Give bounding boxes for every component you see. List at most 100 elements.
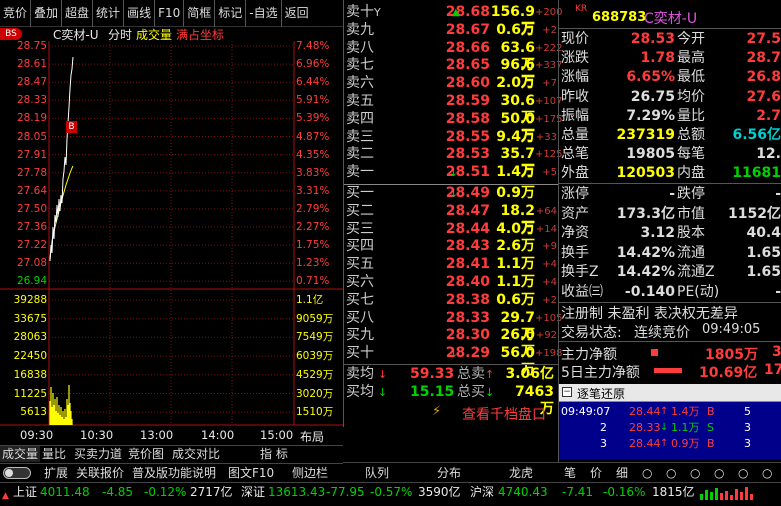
tab-f10[interactable]: 图文F10 (228, 465, 274, 481)
tick-row[interactable]: 09:49:07 28.44 ↑ 1.4万 B 5 (559, 404, 781, 420)
level-volume: 1.1万 (496, 256, 535, 273)
bid-level-row[interactable]: 买十 28.29 56.0万 +198 ↓ (344, 345, 562, 378)
buy-marker[interactable]: B (66, 121, 77, 133)
tick-price: 28.33 (629, 421, 661, 434)
volume-tick-label: 39288 (13, 294, 47, 306)
level-change: +200 (535, 7, 563, 18)
bid-level-row[interactable]: 买七 28.38 0.6万 +2 (344, 292, 559, 309)
level-volume: 0.6万 (496, 21, 535, 38)
price-tick-label: 28.47 (16, 76, 47, 89)
level-label: 卖三 (346, 128, 374, 145)
volume-tick-label: 11225 (13, 387, 47, 400)
toggle-switch[interactable] (3, 467, 31, 479)
ask-level-row[interactable]: 卖五 28.59 30.6万 +107 (344, 93, 563, 126)
tab-volume-compare[interactable]: 成交对比 (172, 446, 220, 462)
bid-level-row[interactable]: 买四 28.43 2.6万 +9 (344, 238, 559, 255)
price-line (49, 56, 74, 262)
bid-level-row[interactable]: 买八 28.33 29.7万 +105 (344, 310, 562, 343)
tab-dragon-tiger[interactable]: 龙虎 (509, 465, 533, 481)
bid-level-row[interactable]: 买五 28.41 1.1万 +4 (344, 256, 559, 273)
level-change: +175 (535, 113, 563, 125)
tab-volume[interactable]: 成交量 (0, 446, 41, 462)
bs-badge[interactable]: BS (0, 28, 22, 40)
pct-tick-label: 2.27% (296, 221, 330, 233)
tab-circle-3[interactable]: ○ (690, 465, 700, 481)
chart-mode-label[interactable]: 分时 (108, 27, 132, 43)
bid-level-row[interactable]: 买九 28.30 26.0万 +92 (344, 327, 559, 360)
ten-level-link[interactable]: 查看千档盘口 (462, 404, 546, 424)
level-price: 28.66 (445, 39, 490, 56)
toolbar-btn-super[interactable]: 超盘 (62, 0, 94, 27)
tab-indicator[interactable]: 指 标 (260, 446, 288, 462)
quote-row: 换手 14.42% 流通 1.65 (559, 244, 781, 263)
toolbar-btn-overlay[interactable]: 叠加 (31, 0, 63, 27)
bid-level-row[interactable]: 买一 28.49 0.9万 ↓ (344, 185, 559, 202)
bid-level-row[interactable]: 买三 28.44 4.0万 +14 (344, 221, 559, 238)
tick-row[interactable]: 3 28.44 ↑ 0.9万 B 3 (559, 436, 781, 452)
ask-level-row[interactable]: 卖四 28.58 50.0万 +175 (344, 111, 563, 144)
tab-expand[interactable]: 扩展 (44, 465, 68, 481)
toolbar-btn-simple[interactable]: 简框 (184, 0, 216, 27)
bid-level-row[interactable]: 买六 28.40 1.1万 +4 (344, 274, 559, 291)
tick-list[interactable]: 09:49:07 28.44 ↑ 1.4万 B 5 2 28.33 ↓ 1.1万 S 3 3 28.44 ↑… (559, 402, 781, 460)
tab-sidebar[interactable]: 侧边栏 (292, 465, 328, 481)
index-status-bar: ▲ 上证 4011.48 -4.85 -0.12% 2717亿 深证 13613… (0, 482, 781, 501)
level-volume: 9.4万 (496, 128, 535, 145)
ask-level-row[interactable]: 卖八 28.66 63.6万 +222 (344, 39, 562, 73)
tab-price[interactable]: 价 (590, 465, 602, 481)
quote-label: 每笔 (677, 146, 705, 163)
level-change: +4 (542, 259, 557, 271)
tab-buy-sell-force[interactable]: 买卖力道 (74, 446, 122, 462)
tab-auction-chart[interactable]: 竞价图 (128, 446, 164, 462)
bid-level-row[interactable]: 买二 28.47 18.2万 +64 (344, 203, 559, 236)
ask-level-row[interactable]: 卖六 28.60 2.0万 +7 (344, 75, 559, 92)
toolbar-btn-stats[interactable]: 统计 (93, 0, 125, 27)
tab-detail[interactable]: 细 (616, 465, 628, 481)
ask-level-row[interactable]: 卖一 28.51 1.4万 +5 ↓ (344, 164, 559, 181)
toolbar-btn-mark[interactable]: 标记 (215, 0, 247, 27)
tab-circle-4[interactable]: ○ (714, 465, 724, 481)
intraday-chart[interactable]: BS C奕材-U 分时 成交量 满占坐标 B 28.75 28.61 28.47 28… (0, 27, 343, 445)
tab-circle-6[interactable]: ○ (762, 465, 772, 481)
trade-status-label: 交易状态: (561, 325, 622, 341)
price-tick-label: 27.08 (16, 257, 47, 270)
chart-coord-label[interactable]: 满占坐标 (176, 27, 224, 43)
tab-circle-5[interactable]: ○ (738, 465, 748, 481)
collapse-icon[interactable]: − (562, 387, 572, 397)
level-change: +107 (535, 96, 563, 107)
toolbar-btn-f10[interactable]: F10 (155, 0, 185, 27)
tab-distribution[interactable]: 分布 (437, 465, 461, 481)
layout-label[interactable]: 布局 (300, 428, 324, 445)
ask-level-row[interactable]: 卖三 28.55 9.4万 +33 (344, 129, 559, 146)
quote-value: 40.4 (746, 225, 781, 241)
toolbar-btn-auction[interactable]: 竞价 (0, 0, 32, 27)
chart-canvas (0, 41, 343, 426)
index-hs-name[interactable]: 沪深 (470, 483, 494, 502)
tab-related-quotes[interactable]: 关联报价 (76, 465, 124, 481)
tab-volume-ratio[interactable]: 量比 (42, 446, 66, 462)
ask-level-row[interactable]: 卖十 28.68 156.9万 +200 Y ▲ (344, 4, 563, 37)
quote-row: 收益㈢ -0.140 PE(动) - (559, 283, 781, 302)
tick-row[interactable]: 2 28.33 ↓ 1.1万 S 3 (559, 420, 781, 436)
tab-per-trade[interactable]: 笔 (564, 465, 576, 481)
turnover-tick-label: 7549万 (296, 331, 334, 344)
index-sh-name[interactable]: 上证 (13, 483, 37, 502)
tab-queue[interactable]: 队列 (365, 465, 389, 481)
ask-level-row[interactable]: 卖二 28.53 35.7万 +125 (344, 146, 562, 179)
tick-side: B (707, 405, 715, 418)
level-price: 28.60 (445, 75, 490, 92)
toolbar-btn-remove-fav[interactable]: -自选 (246, 0, 282, 27)
toolbar-btn-back[interactable]: 返回 (282, 0, 312, 27)
tab-version-info[interactable]: 普及版功能说明 (132, 465, 216, 481)
tab-circle-2[interactable]: ○ (666, 465, 676, 481)
ask-total: 3.06亿 (505, 366, 554, 382)
ask-level-row[interactable]: 卖九 28.67 0.6万 +2 (344, 22, 559, 39)
tab-circle-1[interactable]: ○ (642, 465, 652, 481)
price-tick-label: 28.33 (16, 94, 47, 107)
toolbar-btn-draw[interactable]: 画线 (124, 0, 156, 27)
index-sz-name[interactable]: 深证 (241, 483, 265, 502)
quote-label: 净资 (561, 225, 589, 241)
turnover-tick-label: 4529万 (296, 368, 334, 381)
ask-level-row[interactable]: 卖七 28.65 96.6万 +337 (344, 57, 562, 90)
chart-volume-label[interactable]: 成交量 (136, 27, 172, 43)
